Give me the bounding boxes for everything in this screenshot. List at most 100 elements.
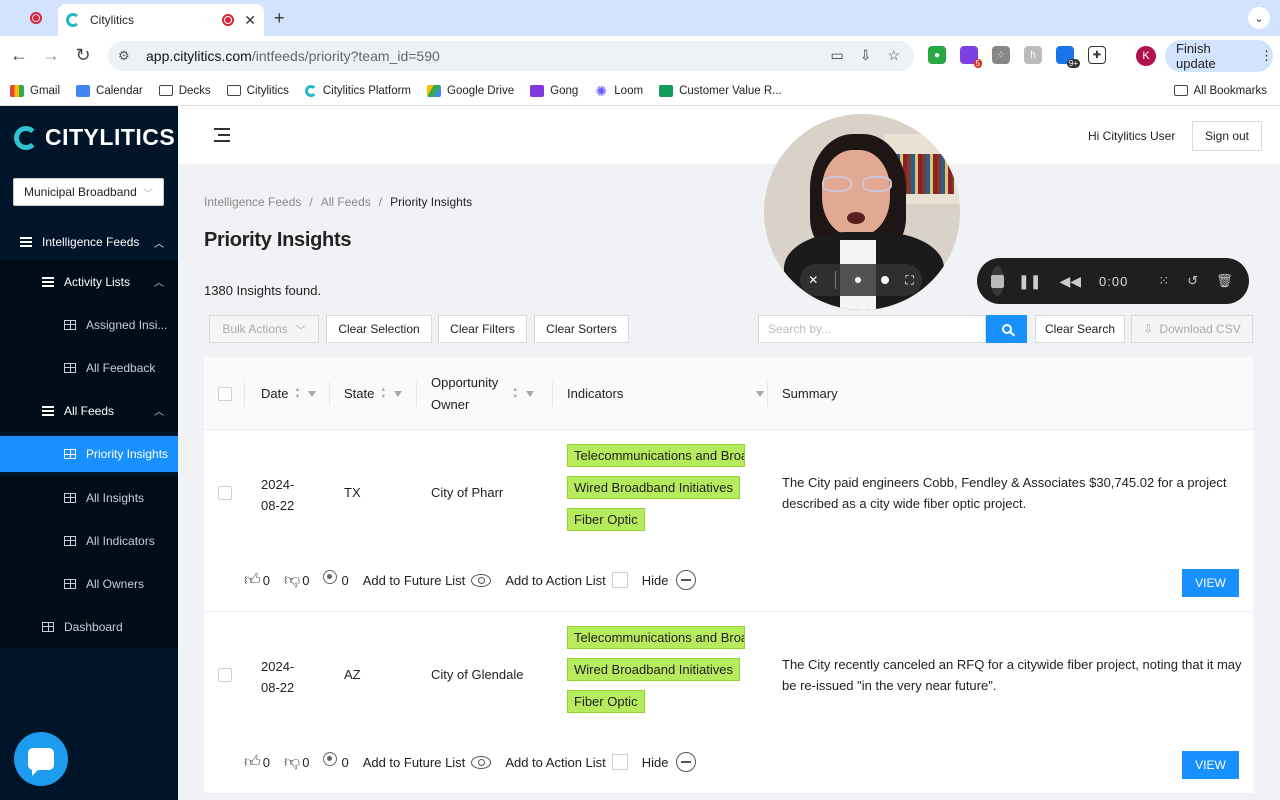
filter-icon[interactable] xyxy=(308,390,317,397)
bulk-actions-button[interactable]: Bulk Actions ﹀ xyxy=(209,315,319,343)
clear-filters-button[interactable]: Clear Filters xyxy=(438,315,527,343)
indicator-tag[interactable]: Wired Broadband Initiatives xyxy=(567,476,740,499)
sidebar-item-activity-lists[interactable]: Activity Lists ︿ xyxy=(0,260,178,303)
reload-icon[interactable]: ↻ xyxy=(72,45,94,66)
bookmark-citylitics-platform[interactable]: Citylitics Platform xyxy=(304,84,411,97)
puzzle-icon[interactable]: ✚ xyxy=(1088,46,1106,64)
breadcrumb-item[interactable]: Intelligence Feeds xyxy=(204,195,301,209)
column-opportunity-owner[interactable]: Opportunity Owner ▲ ▼ xyxy=(431,357,535,430)
action-list-checkbox[interactable] xyxy=(611,572,628,588)
bookmark-loom[interactable]: ✺ Loom xyxy=(594,84,643,98)
back-icon[interactable]: ← xyxy=(8,45,30,66)
restart-icon[interactable]: ↺ xyxy=(1187,273,1198,289)
bookmark-decks[interactable]: Decks xyxy=(158,85,211,97)
logo[interactable]: CITYLITICS xyxy=(14,124,175,151)
tab-active[interactable]: Citylitics ✕ xyxy=(58,4,264,36)
like-button[interactable]: 👍︎ 0 xyxy=(244,571,270,590)
sidebar-item-dashboard[interactable]: Dashboard xyxy=(0,605,178,648)
table-row[interactable]: 2024- 08-22 TX City of Pharr Telecommunic… xyxy=(204,430,1253,612)
fullscreen-icon[interactable]: ⛶ xyxy=(905,273,913,288)
sidebar-item-all-feeds[interactable]: All Feeds ︿ xyxy=(0,389,178,432)
filter-icon[interactable] xyxy=(526,390,535,397)
target-button[interactable]: 0 xyxy=(323,570,349,588)
row-checkbox[interactable] xyxy=(218,668,232,682)
column-date[interactable]: Date ▲ ▼ xyxy=(261,357,317,430)
table-row[interactable]: 2024- 08-22 AZ City of Glendale Telecommu… xyxy=(204,612,1253,794)
extension-icon[interactable]: ⁘ xyxy=(992,46,1010,64)
bookmark-gong[interactable]: Gong xyxy=(530,84,578,97)
clear-search-button[interactable]: Clear Search xyxy=(1035,315,1125,343)
dislike-button[interactable]: 👎︎ 0 xyxy=(284,753,309,772)
all-bookmarks[interactable]: All Bookmarks xyxy=(1173,85,1267,97)
hide-button[interactable]: Hide xyxy=(642,752,696,772)
sidebar-item-priority-insights[interactable]: Priority Insights xyxy=(0,436,178,472)
rewind-icon[interactable]: ◀◀ xyxy=(1059,273,1081,290)
finish-update-button[interactable]: Finish update ⋮ xyxy=(1165,40,1273,72)
bookmark-calendar[interactable]: Calendar xyxy=(76,84,143,97)
sort-icon[interactable]: ▲ ▼ xyxy=(380,387,386,401)
view-button[interactable]: VIEW xyxy=(1182,569,1239,597)
new-tab-icon[interactable]: + xyxy=(274,8,285,29)
column-indicators[interactable]: Indicators xyxy=(567,357,623,430)
tab-inactive[interactable] xyxy=(20,6,52,30)
webcam-bubble[interactable]: ✕ ⛶ xyxy=(764,114,960,310)
add-to-action-list[interactable]: Add to Action List xyxy=(505,572,628,588)
select-all-checkbox[interactable] xyxy=(218,357,232,430)
sort-icon[interactable]: ▲ ▼ xyxy=(294,387,300,401)
breadcrumb-item[interactable]: All Feeds xyxy=(321,195,371,209)
action-list-checkbox[interactable] xyxy=(611,754,628,770)
sidebar-item-all-feedback[interactable]: All Feedback xyxy=(0,346,178,389)
address-bar[interactable]: ⚙ app.citylitics.com/intfeeds/priority?t… xyxy=(108,41,914,71)
target-button[interactable]: 0 xyxy=(323,752,349,770)
star-icon[interactable]: ☆ xyxy=(887,47,900,64)
add-to-future-list[interactable]: Add to Future List xyxy=(363,573,492,588)
extension-icon[interactable]: h xyxy=(1024,46,1042,64)
mic-toggle-icon[interactable] xyxy=(880,276,889,284)
chevron-down-icon[interactable]: ⌄ xyxy=(1248,7,1270,29)
extension-icon[interactable]: 9+ xyxy=(1056,46,1080,68)
drawing-tools-icon[interactable]: ⁙ xyxy=(1158,273,1169,289)
sign-out-button[interactable]: Sign out xyxy=(1192,121,1262,151)
camera-icon[interactable]: ▭ xyxy=(830,47,843,64)
indicator-tag[interactable]: Fiber Optic xyxy=(567,690,645,713)
close-icon[interactable]: ✕ xyxy=(244,12,256,29)
bookmark-customer-value[interactable]: Customer Value R... xyxy=(659,84,782,97)
filter-icon[interactable] xyxy=(756,390,764,397)
site-settings-icon[interactable]: ⚙ xyxy=(118,48,134,64)
search-button[interactable] xyxy=(986,315,1027,343)
row-checkbox[interactable] xyxy=(218,486,232,500)
add-to-future-list[interactable]: Add to Future List xyxy=(363,755,492,770)
like-button[interactable]: 👍︎ 0 xyxy=(244,753,270,772)
indicator-tag[interactable]: Telecommunications and Broadband xyxy=(567,626,745,649)
indicator-tag[interactable]: Telecommunications and Broadband xyxy=(567,444,745,467)
sidebar-item-intelligence-feeds[interactable]: Intelligence Feeds ︿ xyxy=(0,224,178,260)
indicator-tag[interactable]: Fiber Optic xyxy=(567,508,645,531)
team-select[interactable]: Municipal Broadband ﹀ xyxy=(13,178,164,206)
view-button[interactable]: VIEW xyxy=(1182,751,1239,779)
trash-icon[interactable]: 🗑︎ xyxy=(1216,273,1233,289)
sidebar-item-all-insights[interactable]: All Insights xyxy=(0,476,178,519)
install-icon[interactable]: ⇩ xyxy=(860,47,872,64)
chat-widget-button[interactable] xyxy=(14,732,68,786)
menu-collapse-icon[interactable] xyxy=(210,128,230,142)
sidebar-item-all-indicators[interactable]: All Indicators xyxy=(0,519,178,562)
hide-button[interactable]: Hide xyxy=(642,570,696,590)
dislike-button[interactable]: 👎︎ 0 xyxy=(284,571,309,590)
indicator-tag[interactable]: Wired Broadband Initiatives xyxy=(567,658,740,681)
close-icon[interactable]: ✕ xyxy=(808,273,818,287)
camera-toggle-icon[interactable] xyxy=(852,274,865,286)
clear-selection-button[interactable]: Clear Selection xyxy=(326,315,432,343)
bookmark-citylitics[interactable]: Citylitics xyxy=(226,85,289,97)
extension-icon[interactable]: ● xyxy=(928,46,946,64)
search-input[interactable]: Search by... xyxy=(758,315,986,343)
extension-icon[interactable]: 5 xyxy=(960,46,982,68)
clear-sorters-button[interactable]: Clear Sorters xyxy=(534,315,629,343)
bookmark-gmail[interactable]: Gmail xyxy=(10,84,60,97)
column-state[interactable]: State ▲ ▼ xyxy=(344,357,403,430)
forward-icon[interactable]: → xyxy=(40,45,62,66)
pause-icon[interactable]: ❚❚ xyxy=(1018,273,1041,290)
bookmark-google-drive[interactable]: Google Drive xyxy=(427,84,514,97)
download-csv-button[interactable]: ⇩ Download CSV xyxy=(1131,315,1253,343)
sort-icon[interactable]: ▲ ▼ xyxy=(512,387,518,401)
filter-icon[interactable] xyxy=(394,390,403,397)
